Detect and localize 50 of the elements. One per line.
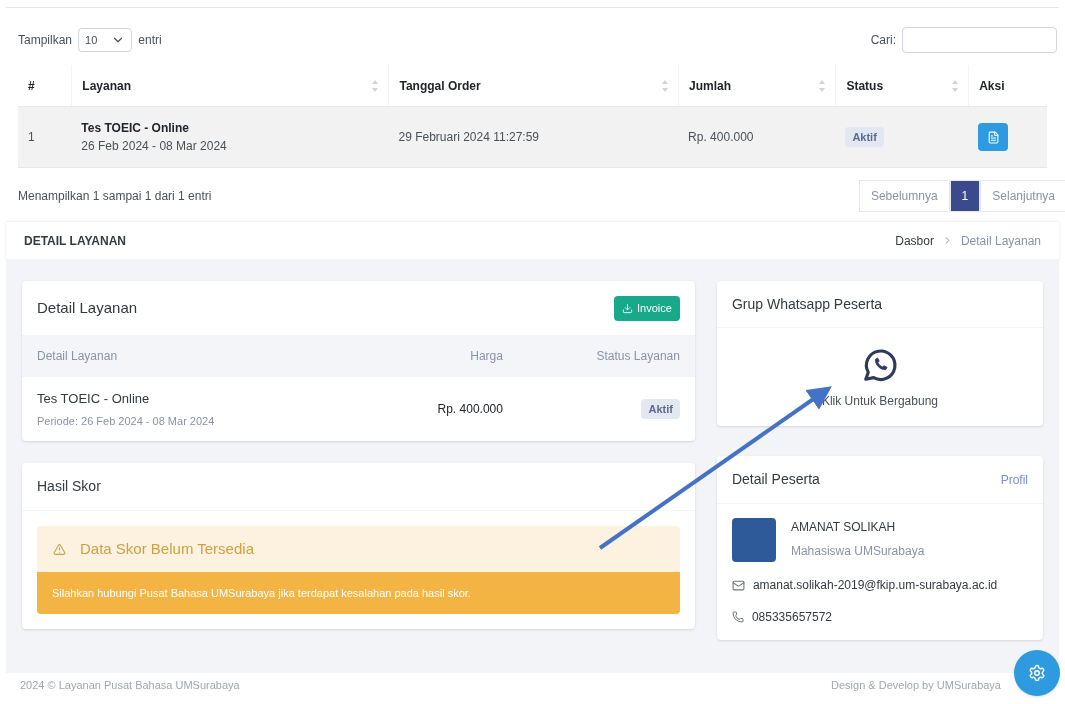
alert-message: Silahkan hubungi Pusat Bahasa UMSurabaya jika terdapat kesalahan pada hasil skor.	[37, 572, 680, 614]
column-header[interactable]: Status	[835, 65, 969, 106]
column-header: Status Layanan	[595, 348, 680, 365]
column-header[interactable]: Jumlah	[678, 65, 836, 106]
participant-email: amanat.solikah-2019@fkip.um-surabaya.ac.id	[752, 577, 998, 594]
status-badge: Aktif	[641, 398, 680, 420]
service-name: Tes TOEIC - Online	[81, 120, 190, 137]
column-header: Detail Layanan	[37, 348, 119, 365]
card-title: Detail Layanan	[37, 297, 138, 318]
download-icon	[622, 302, 634, 314]
card-title: Grup Whatsapp Peserta	[731, 294, 883, 314]
photo-placeholder	[731, 518, 776, 562]
show-label: Tampilkan	[18, 32, 73, 49]
search-field[interactable]	[902, 27, 1057, 53]
settings-icon	[1028, 664, 1046, 682]
service-price: Rp. 400.000	[436, 401, 503, 418]
column-header: Aksi	[968, 65, 1047, 106]
document-icon	[986, 130, 1000, 144]
entries-label: entri	[138, 32, 162, 49]
table-info: Menampilkan 1 sampai 1 dari 1 entri	[18, 188, 212, 205]
footer-copyright: 2024 © Layanan Pusat Bahasa UMSurabaya	[20, 677, 240, 693]
settings-button[interactable]	[1014, 650, 1060, 696]
column-header: Harga	[469, 348, 503, 365]
card-title: Hasil Skor	[37, 477, 101, 496]
table-cell-text: 29 Februari 2024 11:27:59	[397, 129, 540, 146]
status-badge: Aktif	[845, 126, 884, 148]
service-name: Tes TOEIC - Online	[37, 390, 151, 408]
breadcrumb-item[interactable]: Dasbor	[895, 231, 934, 250]
service-period: Periode: 26 Feb 2024 - 08 Mar 2024	[37, 413, 216, 429]
table-cell-text: Rp. 400.000	[687, 129, 755, 146]
service-period: 26 Feb 2024 - 08 Mar 2024	[81, 138, 228, 155]
column-header[interactable]: Tanggal Order	[388, 65, 679, 106]
phone-icon	[731, 611, 744, 623]
page-title: DETAIL LAYANAN	[24, 232, 127, 250]
warning-icon	[53, 542, 66, 556]
breadcrumb-item: Detail Layanan	[960, 232, 1041, 250]
search-label: Cari:	[870, 32, 896, 49]
card-title: Detail Peserta	[731, 470, 820, 489]
participant-name: AMANAT SOLIKAH	[790, 519, 897, 536]
footer-credit: Design & Develop by UMSurabaya	[831, 677, 1001, 693]
page-size-select[interactable]: 10	[78, 28, 133, 52]
mail-icon	[731, 578, 745, 592]
participant-role: Mahasiswa UMSurabaya	[790, 543, 925, 560]
pagination-button[interactable]: 1	[949, 180, 981, 212]
table-cell-text: 1	[27, 129, 36, 146]
detail-button[interactable]	[978, 123, 1009, 151]
alert-title: Data Skor Belum Tersedia	[80, 538, 254, 559]
column-header: #	[27, 77, 36, 95]
column-header[interactable]: Layanan	[71, 65, 389, 106]
participant-phone: 085335657572	[751, 609, 832, 626]
